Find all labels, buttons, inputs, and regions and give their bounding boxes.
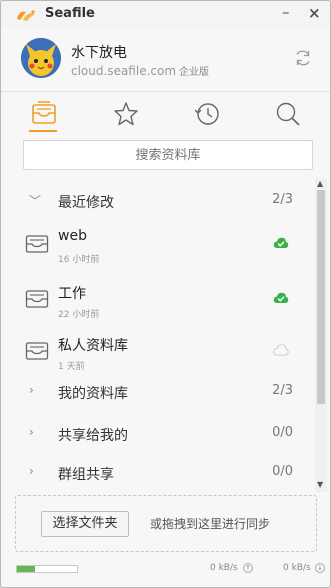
group-label: 最近修改 <box>58 195 114 211</box>
close-button[interactable]: × <box>308 4 321 22</box>
group-count: 2/3 <box>272 192 293 207</box>
tab-libraries[interactable] <box>29 99 59 129</box>
server-url: cloud.seafile.com <box>71 64 177 78</box>
chevron-right-icon: › <box>29 425 34 439</box>
group-label: 共享给我的 <box>58 428 128 444</box>
progress-fill <box>17 566 35 572</box>
download-rate: 0 kB/s <box>283 563 311 573</box>
refresh-icon[interactable] <box>293 48 313 68</box>
list-scrollbar[interactable]: ▲ ▼ <box>315 178 327 492</box>
chevron-down-icon: ﹀ <box>29 194 42 208</box>
tab-bar <box>1 99 330 133</box>
edition-label: 企业版 <box>179 67 210 78</box>
account-header[interactable]: 水下放电 cloud.seafile.com 企业版 <box>1 29 330 91</box>
group-count: 2/3 <box>272 383 293 398</box>
scrollbar-thumb[interactable] <box>317 190 325 404</box>
drop-zone[interactable]: 选择文件夹 或拖拽到这里进行同步 <box>15 495 317 552</box>
cloud-synced-icon <box>273 237 289 248</box>
cloud-synced-icon <box>273 292 289 303</box>
chevron-right-icon: › <box>29 464 34 478</box>
group-group-shares[interactable]: › 群组共享 0/0 <box>15 454 315 490</box>
account-name: 水下放电 <box>71 45 127 61</box>
library-icon <box>25 342 49 360</box>
account-server: cloud.seafile.com 企业版 <box>71 63 209 78</box>
app-title: Seafile <box>45 6 95 21</box>
cloud-unsynced-icon <box>273 344 289 356</box>
status-bar: 0 kB/s ↑ 0 kB/s ↓ <box>1 557 330 587</box>
avatar[interactable] <box>21 38 61 78</box>
group-shared-with-me[interactable]: › 共享给我的 0/0 <box>15 415 315 451</box>
choose-folder-button[interactable]: 选择文件夹 <box>41 511 129 537</box>
repo-name: web <box>58 228 87 244</box>
tab-starred[interactable] <box>111 99 141 129</box>
tab-search[interactable] <box>273 99 303 129</box>
repo-time: 1 天前 <box>58 362 85 372</box>
library-icon <box>25 235 49 253</box>
group-count: 0/0 <box>272 464 293 479</box>
scroll-up-arrow-icon[interactable]: ▲ <box>317 180 323 188</box>
group-my-libraries[interactable]: › 我的资料库 2/3 <box>15 373 315 409</box>
avatar-image-icon <box>21 38 61 78</box>
group-label: 群组共享 <box>58 467 114 483</box>
upload-rate: 0 kB/s <box>210 563 238 573</box>
group-recent[interactable]: ﹀ 最近修改 2/3 <box>15 182 315 218</box>
app-window: Seafile – × 水下放电 cloud.seafile.com 企业版 搜… <box>0 0 331 588</box>
group-count: 0/0 <box>272 425 293 440</box>
group-label: 我的资料库 <box>58 386 128 402</box>
repo-time: 22 小时前 <box>58 310 100 320</box>
divider <box>1 91 330 92</box>
active-tab-indicator <box>29 130 57 132</box>
repo-name: 私人资料库 <box>58 338 128 354</box>
list-item[interactable]: 工作 22 小时前 <box>15 279 315 329</box>
sync-progress-bar <box>16 565 78 573</box>
list-item[interactable]: web 16 小时前 <box>15 224 315 274</box>
chevron-right-icon: › <box>29 383 34 397</box>
drop-hint: 或拖拽到这里进行同步 <box>150 517 271 531</box>
library-list: ﹀ 最近修改 2/3 web 16 小时前 工作 22 小时前 私人资料库 1 … <box>15 178 315 492</box>
scroll-down-arrow-icon[interactable]: ▼ <box>317 481 323 489</box>
search-input[interactable] <box>23 140 313 170</box>
title-bar: Seafile – × <box>1 1 330 29</box>
repo-time: 16 小时前 <box>58 255 100 265</box>
library-icon <box>25 290 49 308</box>
seafile-logo-icon <box>17 10 35 21</box>
upload-icon: ↑ <box>243 563 253 573</box>
minimize-button[interactable]: – <box>282 3 290 21</box>
tab-activity[interactable] <box>192 99 222 129</box>
repo-name: 工作 <box>58 286 86 302</box>
download-icon: ↓ <box>315 563 325 573</box>
